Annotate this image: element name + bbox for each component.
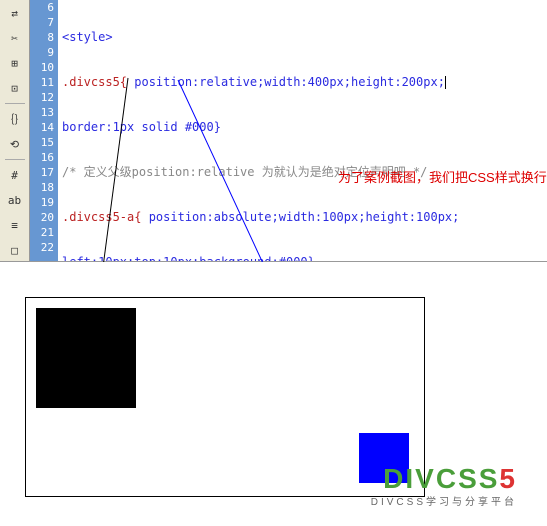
code-token: .divcss5{ xyxy=(62,75,127,89)
editor-pane: ⇄ ✂ ⊞ ⊡ ｛｝ ⟲ # ab ≡ □ 678910111213141516… xyxy=(0,0,547,262)
tool-btn[interactable]: ⊡ xyxy=(4,77,26,99)
code-token: <style> xyxy=(62,30,113,44)
tool-btn[interactable]: □ xyxy=(4,239,26,261)
code-token: position:relative;width:400px;height:200… xyxy=(127,75,445,89)
watermark-brand: DIVCSS5 DIVCSS学习与分享平台 xyxy=(371,463,517,508)
tool-btn[interactable]: ⇄ xyxy=(4,2,26,24)
tool-btn[interactable]: ✂ xyxy=(4,27,26,49)
code-token: .divcss5-a{ xyxy=(62,210,141,224)
brand-suffix: 5 xyxy=(499,463,517,494)
tool-separator xyxy=(5,159,25,160)
code-token: position:absolute;width:100px;height:100… xyxy=(141,210,459,224)
brand-tagline: DIVCSS学习与分享平台 xyxy=(371,493,517,508)
tool-btn[interactable]: ｛｝ xyxy=(4,108,26,130)
tool-btn[interactable]: ⊞ xyxy=(4,52,26,74)
tool-btn[interactable]: ab xyxy=(4,189,26,211)
tool-btn[interactable]: # xyxy=(4,164,26,186)
divcss5-container xyxy=(25,297,425,497)
code-area[interactable]: <style> .divcss5{ position:relative;widt… xyxy=(58,0,547,261)
code-token: left:10px;top:10px;background:#000} xyxy=(62,255,315,261)
tool-palette: ⇄ ✂ ⊞ ⊡ ｛｝ ⟲ # ab ≡ □ xyxy=(0,0,30,261)
line-number-gutter: 678910111213141516171819202122 xyxy=(30,0,58,261)
tool-separator xyxy=(5,103,25,104)
code-token: /* 定义父级position:relative 为就认为是绝对定位声明吧 */ xyxy=(62,165,427,179)
preview-pane: DIVCSS5 DIVCSS学习与分享平台 xyxy=(0,262,547,526)
code-token: border:1px solid #000} xyxy=(62,120,221,134)
tool-btn[interactable]: ≡ xyxy=(4,214,26,236)
brand-name: DIVCSS xyxy=(383,463,499,494)
tool-btn[interactable]: ⟲ xyxy=(4,133,26,155)
divcss5-a-box xyxy=(36,308,136,408)
text-cursor xyxy=(445,76,446,89)
